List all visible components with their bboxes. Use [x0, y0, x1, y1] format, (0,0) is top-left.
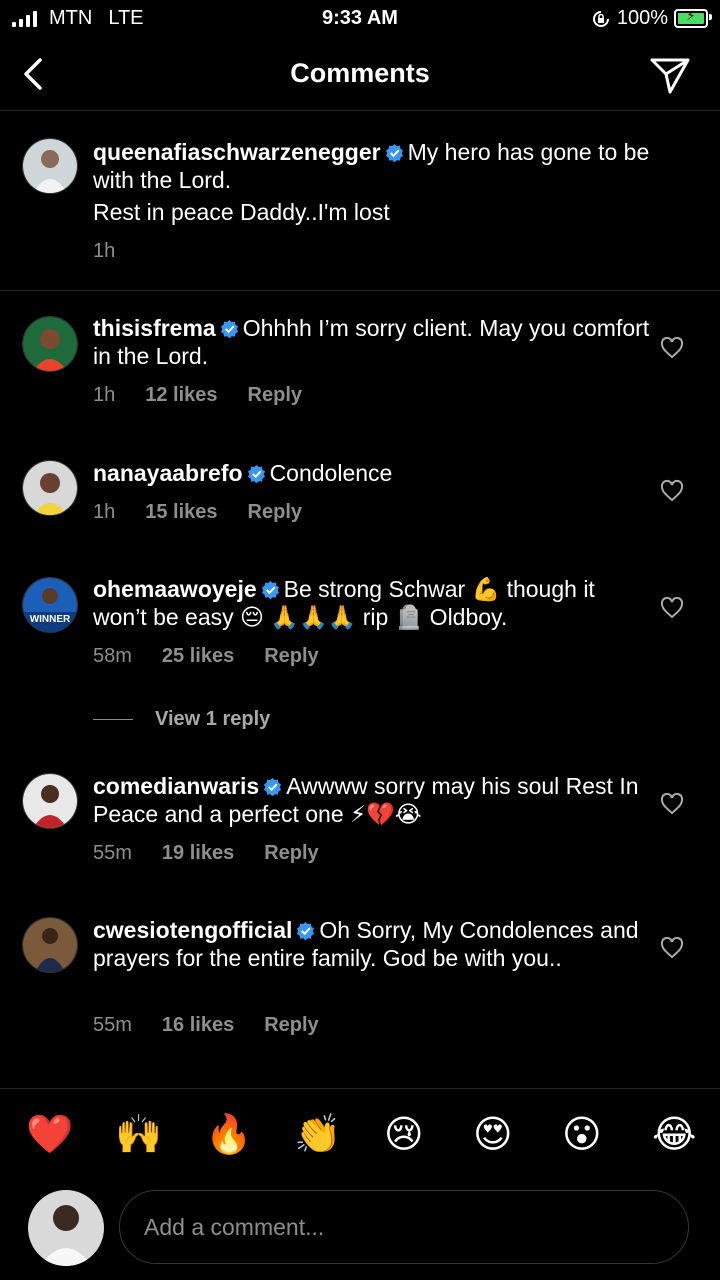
username[interactable]: ohemaawoyeje — [93, 576, 257, 602]
emoji-crying[interactable]: 😢 — [384, 1113, 424, 1157]
emoji-surprised[interactable]: 😮 — [562, 1113, 602, 1157]
heart-icon[interactable] — [660, 596, 684, 620]
verified-badge-icon — [220, 319, 238, 338]
reply-button[interactable]: Reply — [248, 501, 302, 524]
caption-text-2: Rest in peace Daddy..I'm lost — [93, 199, 390, 225]
avatar[interactable] — [22, 138, 78, 194]
verified-badge-icon — [247, 464, 265, 483]
reply-button[interactable]: Reply — [264, 842, 318, 865]
share-direct-icon[interactable] — [648, 52, 692, 96]
comment: comedianwaris Awwww sorry may his soul Re… — [0, 762, 720, 882]
comment-time: 1h — [93, 384, 116, 406]
emoji-clapping[interactable]: 👏 — [294, 1113, 341, 1157]
username[interactable]: nanayaabrefo — [93, 460, 243, 486]
username[interactable]: comedianwaris — [93, 773, 259, 799]
comment: cwesiotengofficial Oh Sorry, My Condolenc… — [0, 906, 720, 1056]
header: Comments — [0, 38, 720, 111]
avatar[interactable] — [22, 316, 78, 372]
username[interactable]: queenafiaschwarzenegger — [93, 139, 381, 165]
comment-time: 55m — [93, 842, 132, 864]
comment-time: 55m — [93, 1014, 132, 1036]
heart-icon[interactable] — [660, 336, 684, 360]
reply-button[interactable]: Reply — [264, 1014, 318, 1037]
battery-icon: ⚡ — [674, 8, 712, 28]
comment-time: 1h — [93, 501, 116, 523]
comment-time: 58m — [93, 645, 132, 667]
comment: WINNER ohemaawoyeje Be strong Schwar 💪 th… — [0, 566, 720, 696]
emoji-fire[interactable]: 🔥 — [205, 1113, 252, 1157]
verified-badge-icon — [264, 777, 282, 796]
avatar[interactable] — [22, 773, 78, 829]
divider — [93, 719, 133, 720]
verified-badge-icon — [261, 580, 279, 599]
emoji-laughing[interactable]: 😂 — [652, 1113, 696, 1157]
username[interactable]: thisisfrema — [93, 315, 216, 341]
comment-input-box[interactable] — [119, 1190, 689, 1264]
heart-icon[interactable] — [660, 479, 684, 503]
avatar-label: WINNER — [29, 614, 71, 625]
reply-button[interactable]: Reply — [264, 645, 318, 668]
comment: thisisfrema Ohhhh I’m sorry client. May y… — [0, 300, 720, 430]
verified-badge-icon — [297, 921, 315, 940]
likes-count[interactable]: 16 likes — [162, 1014, 234, 1037]
avatar[interactable] — [22, 460, 78, 516]
likes-count[interactable]: 15 likes — [145, 501, 217, 524]
view-replies-label: View 1 reply — [155, 708, 271, 730]
page-title: Comments — [290, 58, 430, 88]
reply-button[interactable]: Reply — [248, 384, 302, 407]
orientation-lock-icon — [592, 10, 609, 27]
likes-count[interactable]: 25 likes — [162, 645, 234, 668]
likes-count[interactable]: 19 likes — [162, 842, 234, 865]
username[interactable]: cwesiotengofficial — [93, 917, 292, 943]
post-caption: queenafiaschwarzenegger My hero has gone … — [0, 110, 720, 291]
comment-text: Condolence — [269, 460, 393, 486]
view-replies-button[interactable]: View 1 reply — [93, 708, 270, 731]
avatar[interactable] — [22, 917, 78, 973]
comment: nanayaabrefo Condolence 1h 15 likes Reply — [0, 450, 720, 550]
emoji-raising-hands[interactable]: 🙌 — [115, 1113, 162, 1157]
verified-badge-icon — [385, 143, 403, 162]
heart-icon[interactable] — [660, 792, 684, 816]
likes-count[interactable]: 12 likes — [145, 384, 217, 407]
heart-icon[interactable] — [660, 936, 684, 960]
status-bar: MTN LTE 9:33 AM 100% ⚡ — [0, 0, 720, 38]
emoji-heart-eyes[interactable]: 😍 — [473, 1113, 513, 1157]
comment-input[interactable] — [142, 1191, 666, 1263]
avatar[interactable]: WINNER — [22, 577, 78, 633]
battery-percent: 100% — [616, 7, 668, 29]
current-user-avatar — [28, 1190, 104, 1266]
quick-emoji-bar: ❤️ 🙌 🔥 👏 😢 😍 😮 😂 — [0, 1088, 720, 1189]
caption-time: 1h — [93, 240, 116, 262]
emoji-red-heart[interactable]: ❤️ — [26, 1113, 73, 1157]
